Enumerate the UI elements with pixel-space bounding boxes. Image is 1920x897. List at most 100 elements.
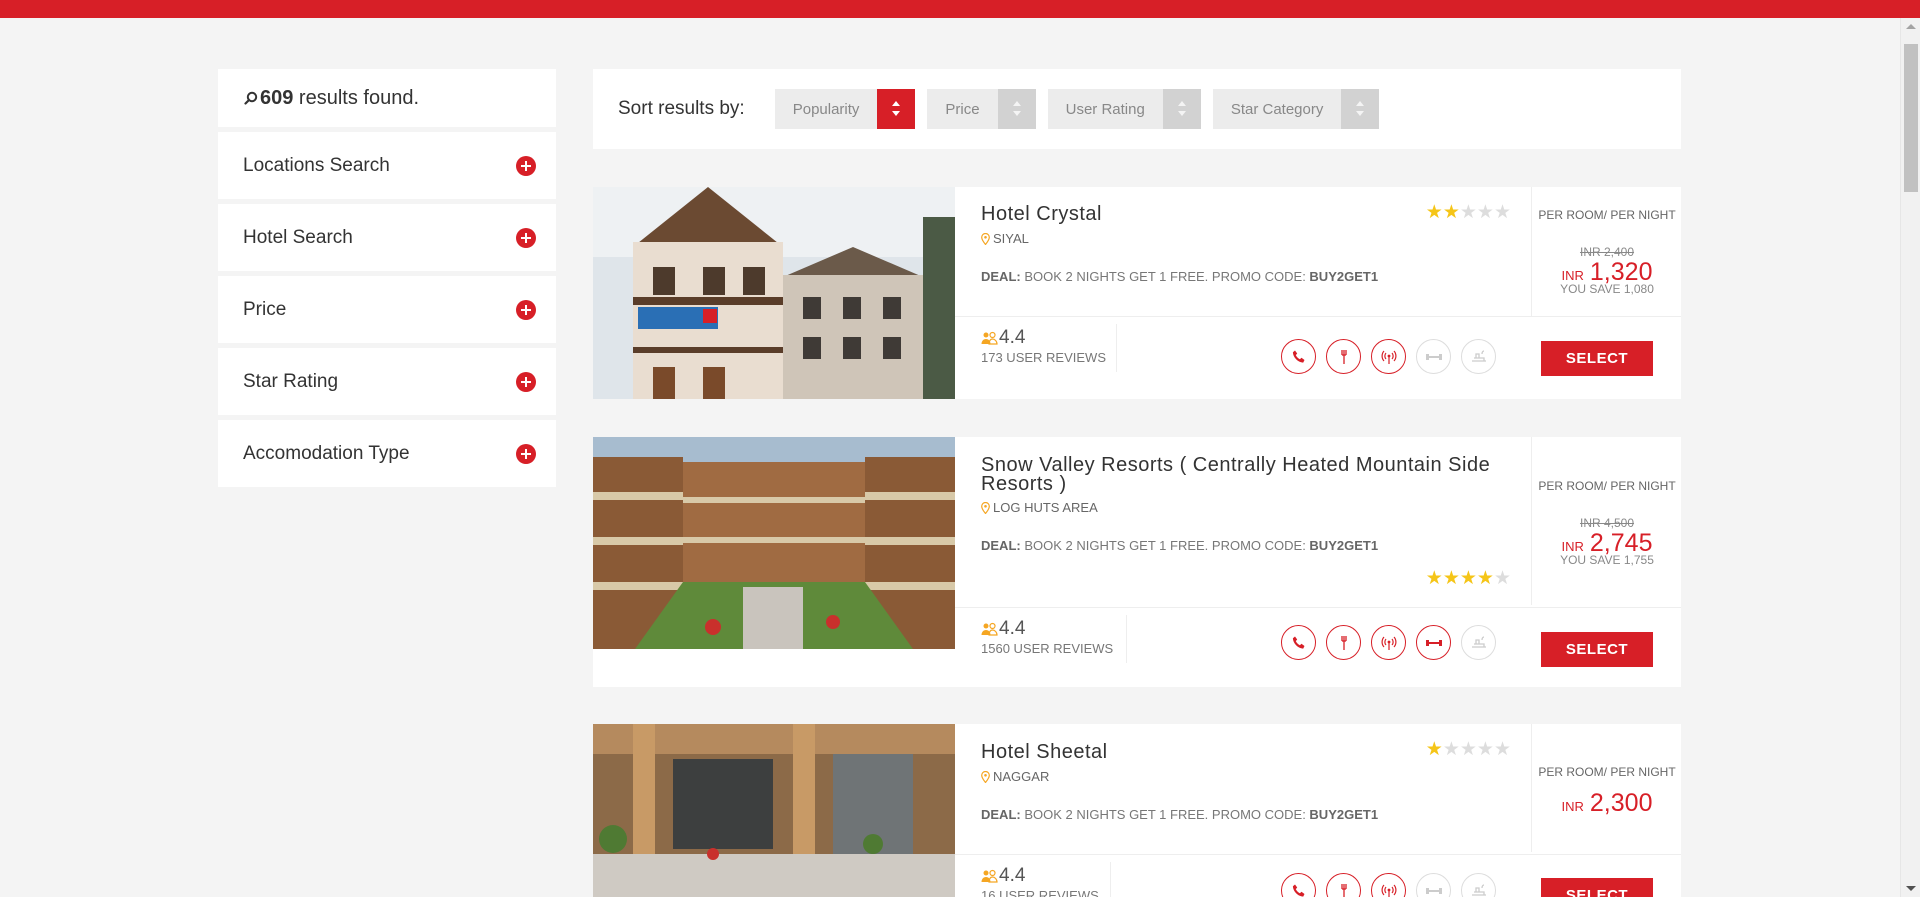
- filter-hotel-search[interactable]: Hotel Search: [218, 204, 556, 271]
- expand-plus-icon[interactable]: [516, 443, 536, 464]
- star-filled-icon: ★: [1425, 568, 1443, 589]
- wifi-icon: [1371, 339, 1406, 374]
- users-icon: [981, 331, 998, 345]
- price-value: 2,300: [1589, 789, 1653, 817]
- filter-label: Accomodation Type: [243, 442, 410, 464]
- reviews-count[interactable]: 1560 USER REVIEWS: [981, 641, 1113, 656]
- original-price: INR 4,500: [1579, 516, 1635, 530]
- filter-price[interactable]: Price: [218, 276, 556, 343]
- star-filled-icon: ★: [1476, 568, 1494, 589]
- wifi-icon: [1371, 873, 1406, 897]
- star-rating: ★ ★ ★ ★ ★: [1426, 203, 1511, 222]
- hotel-photo[interactable]: [593, 187, 955, 399]
- hotel-name[interactable]: Hotel Sheetal: [981, 742, 1108, 762]
- results-count: 609: [260, 86, 294, 109]
- star-rating: ★ ★ ★ ★ ★: [1426, 569, 1511, 588]
- price-column: PER ROOM/ PER NIGHT INR 2,400 INR 1,320 Y…: [1531, 187, 1681, 317]
- sort-user-rating-button[interactable]: User Rating: [1047, 89, 1201, 129]
- sort-star-category-button[interactable]: Star Category: [1212, 89, 1380, 129]
- hotel-card: Hotel Crystal SIYAL DEAL: BOOK 2 NIGHTS …: [593, 187, 1681, 399]
- user-rating: 4.4 16 USER REVIEWS: [981, 865, 1099, 897]
- card-divider: [1126, 615, 1127, 663]
- filter-locations-search[interactable]: Locations Search: [218, 132, 556, 199]
- sort-option-label: Price: [945, 100, 980, 118]
- deal-prefix: DEAL:: [981, 538, 1021, 553]
- card-divider: [955, 607, 1681, 608]
- deal-text: DEAL: BOOK 2 NIGHTS GET 1 FREE. PROMO CO…: [981, 807, 1378, 822]
- spa-icon: [1461, 339, 1496, 374]
- sort-option-label: Popularity: [792, 100, 860, 118]
- phone-icon: [1281, 873, 1316, 897]
- results-suffix: results found.: [293, 86, 419, 109]
- location-pin-icon: [981, 501, 990, 514]
- sort-option-label: Star Category: [1230, 100, 1324, 118]
- users-icon: [981, 622, 998, 636]
- scroll-up-icon[interactable]: [1906, 24, 1916, 29]
- location-pin-icon: [981, 770, 990, 783]
- currency-label: INR: [1561, 268, 1584, 283]
- user-rating: 4.4 1560 USER REVIEWS: [981, 618, 1113, 656]
- rating-score: 4.4: [999, 618, 1026, 639]
- deal-text: DEAL: BOOK 2 NIGHTS GET 1 FREE. PROMO CO…: [981, 538, 1378, 553]
- phone-icon: [1281, 625, 1316, 660]
- filter-accomodation-type[interactable]: Accomodation Type: [218, 420, 556, 487]
- hotel-card: Snow Valley Resorts ( Centrally Heated M…: [593, 437, 1681, 687]
- hotel-name[interactable]: Snow Valley Resorts ( Centrally Heated M…: [981, 455, 1511, 494]
- expand-plus-icon[interactable]: [516, 371, 536, 392]
- filter-star-rating[interactable]: Star Rating: [218, 348, 556, 415]
- card-divider: [955, 316, 1681, 317]
- filter-label: Star Rating: [243, 370, 339, 392]
- reviews-count[interactable]: 16 USER REVIEWS: [981, 888, 1099, 897]
- select-button[interactable]: SELECT: [1541, 632, 1653, 667]
- per-room-label: PER ROOM/ PER NIGHT: [1538, 765, 1676, 779]
- per-room-label: PER ROOM/ PER NIGHT: [1538, 479, 1676, 493]
- filter-sidebar: 609 results found. Locations Search Hote…: [218, 69, 556, 492]
- expand-plus-icon[interactable]: [516, 227, 536, 248]
- reviews-count[interactable]: 173 USER REVIEWS: [981, 350, 1106, 365]
- hotel-name[interactable]: Hotel Crystal: [981, 204, 1102, 224]
- gym-icon: [1416, 873, 1451, 897]
- hotel-photo[interactable]: [593, 724, 955, 897]
- restaurant-icon: [1326, 873, 1361, 897]
- sort-popularity-button[interactable]: Popularity: [774, 89, 916, 129]
- you-save-label: YOU SAVE 1,080: [1560, 282, 1654, 296]
- star-empty-icon: ★: [1459, 202, 1477, 223]
- spa-icon: [1461, 873, 1496, 897]
- restaurant-icon: [1326, 339, 1361, 374]
- promo-code: BUY2GET1: [1309, 538, 1379, 553]
- hotel-location: NAGGAR: [981, 769, 1049, 784]
- rating-score: 4.4: [999, 865, 1026, 886]
- star-empty-icon: ★: [1459, 739, 1477, 760]
- currency-label: INR: [1561, 539, 1584, 554]
- sort-price-button[interactable]: Price: [927, 89, 1036, 129]
- expand-plus-icon[interactable]: [516, 299, 536, 320]
- scrollbar-thumb[interactable]: [1904, 44, 1918, 192]
- expand-plus-icon[interactable]: [516, 155, 536, 176]
- phone-icon: [1281, 339, 1316, 374]
- hotel-photo[interactable]: [593, 437, 955, 649]
- price-column: PER ROOM/ PER NIGHT INR 4,500 INR 2,745 Y…: [1531, 437, 1681, 605]
- amenities-list: [1281, 873, 1496, 897]
- results-count-box: 609 results found.: [218, 69, 556, 127]
- deal-prefix: DEAL:: [981, 807, 1021, 822]
- select-button[interactable]: SELECT: [1541, 341, 1653, 376]
- scroll-down-icon[interactable]: [1906, 886, 1916, 891]
- star-filled-icon: ★: [1442, 568, 1460, 589]
- top-brand-bar: [0, 0, 1920, 18]
- select-button[interactable]: SELECT: [1541, 878, 1653, 897]
- restaurant-icon: [1326, 625, 1361, 660]
- hotel-info: Snow Valley Resorts ( Centrally Heated M…: [955, 437, 1681, 687]
- sort-arrows-icon: [1341, 89, 1380, 129]
- filter-label: Locations Search: [243, 154, 390, 176]
- hotel-info: Hotel Sheetal NAGGAR DEAL: BOOK 2 NIGHTS…: [955, 724, 1681, 897]
- page-scrollbar[interactable]: [1900, 18, 1920, 897]
- sort-arrows-icon: [877, 89, 916, 129]
- hotel-info: Hotel Crystal SIYAL DEAL: BOOK 2 NIGHTS …: [955, 187, 1681, 399]
- deal-text: DEAL: BOOK 2 NIGHTS GET 1 FREE. PROMO CO…: [981, 269, 1378, 284]
- hotel-location: SIYAL: [981, 231, 1029, 246]
- gym-icon: [1416, 339, 1451, 374]
- star-filled-icon: ★: [1442, 202, 1460, 223]
- filter-label: Hotel Search: [243, 226, 353, 248]
- star-empty-icon: ★: [1493, 202, 1511, 223]
- original-price: INR 2,400: [1579, 245, 1635, 259]
